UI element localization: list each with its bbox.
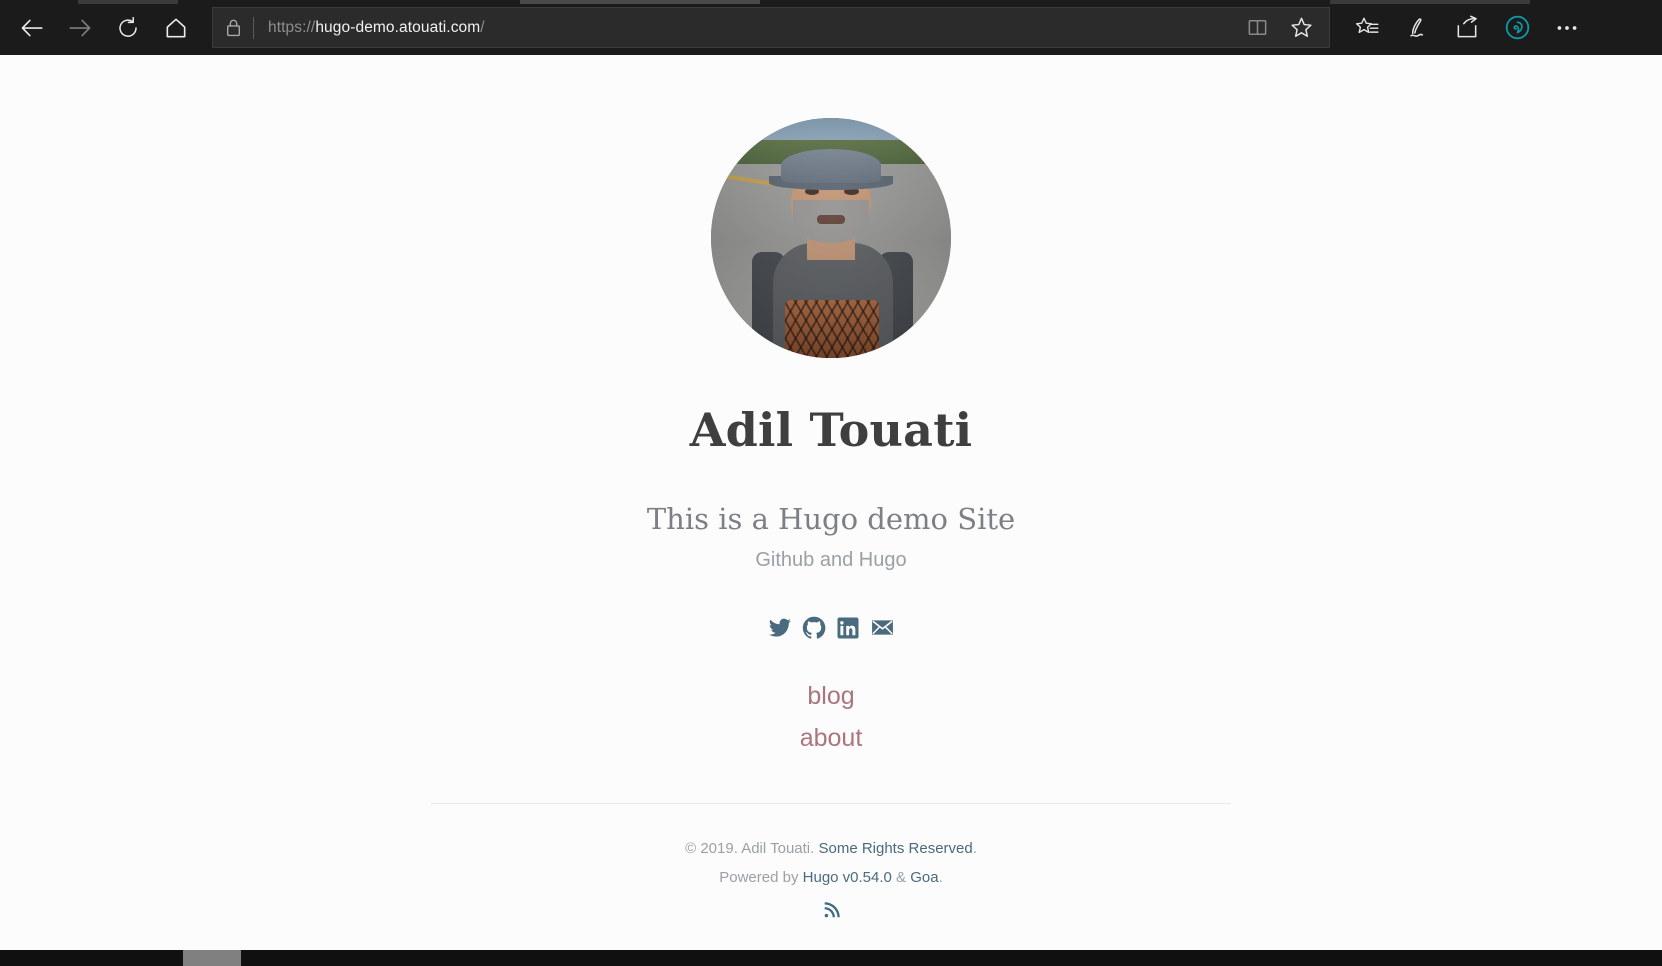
refresh-icon bbox=[119, 16, 137, 37]
copyright-text: © 2019. Adil Touati. bbox=[685, 840, 819, 857]
back-button[interactable] bbox=[8, 8, 56, 48]
arrow-right-icon bbox=[69, 19, 91, 36]
site-subtitle: This is a Hugo demo Site bbox=[646, 502, 1016, 536]
taskbar-active-segment[interactable] bbox=[183, 950, 241, 966]
add-favorite-button[interactable] bbox=[1279, 8, 1323, 48]
footer-copyright: © 2019. Adil Touati. Some Rights Reserve… bbox=[406, 835, 1256, 864]
lock-icon-glyph bbox=[226, 19, 240, 37]
copyright-period: . bbox=[972, 840, 977, 857]
hugo-link[interactable]: Hugo v0.54.0 bbox=[803, 869, 892, 886]
extension-button[interactable] bbox=[1492, 4, 1542, 52]
ellipsis-icon bbox=[1557, 25, 1577, 30]
powered-period: . bbox=[938, 868, 943, 886]
page-viewport: Adil Touati This is a Hugo demo Site Git… bbox=[0, 55, 1662, 950]
tab-sliver-1[interactable] bbox=[78, 0, 178, 4]
social-links bbox=[406, 615, 1256, 640]
settings-more-button[interactable] bbox=[1542, 4, 1592, 52]
teal-circle-icon bbox=[1505, 15, 1529, 40]
social-link-twitter[interactable] bbox=[768, 616, 792, 640]
footer: © 2019. Adil Touati. Some Rights Reserve… bbox=[406, 835, 1256, 930]
book-icon bbox=[1248, 20, 1266, 35]
social-link-email[interactable] bbox=[870, 615, 895, 640]
pen-icon bbox=[1410, 17, 1424, 37]
footer-powered-by: Powered by Hugo v0.54.0 & Goa. bbox=[406, 864, 1256, 893]
web-notes-button[interactable] bbox=[1392, 4, 1442, 52]
linkedin-icon bbox=[837, 617, 858, 638]
lock-icon[interactable] bbox=[213, 18, 253, 37]
rss-link[interactable] bbox=[823, 902, 840, 919]
address-bar[interactable]: https://hugo-demo.atouati.com/ bbox=[212, 7, 1330, 48]
nav-link-blog[interactable]: blog bbox=[406, 682, 1256, 711]
refresh-button[interactable] bbox=[104, 8, 152, 48]
twitter-icon bbox=[768, 618, 791, 637]
reading-view-button[interactable] bbox=[1235, 8, 1279, 48]
home-button[interactable] bbox=[152, 8, 200, 48]
home-icon bbox=[166, 18, 186, 37]
url-host: hugo-demo.atouati.com bbox=[315, 18, 481, 36]
url-scheme: https:// bbox=[268, 18, 316, 36]
taskbar bbox=[0, 950, 1662, 966]
rights-link[interactable]: Some Rights Reserved bbox=[818, 840, 972, 857]
browser-toolbar: https://hugo-demo.atouati.com/ bbox=[0, 0, 1662, 55]
site-container: Adil Touati This is a Hugo demo Site Git… bbox=[406, 55, 1256, 930]
main-nav: blog about bbox=[406, 682, 1256, 753]
favorites-hub-button[interactable] bbox=[1342, 4, 1392, 52]
tab-sliver-active[interactable] bbox=[520, 0, 760, 4]
nav-link-about[interactable]: about bbox=[406, 724, 1256, 753]
address-bar-actions bbox=[1235, 8, 1329, 48]
avatar bbox=[711, 118, 951, 358]
star-icon bbox=[1290, 17, 1312, 37]
arrow-left-icon bbox=[21, 19, 43, 36]
rss-icon bbox=[824, 902, 840, 918]
site-tagline: Github and Hugo bbox=[755, 549, 907, 571]
share-button[interactable] bbox=[1442, 4, 1492, 52]
url-text[interactable]: https://hugo-demo.atouati.com/ bbox=[254, 19, 1235, 37]
envelope-icon bbox=[871, 620, 893, 635]
star-list-icon bbox=[1355, 17, 1379, 33]
page-title: Adil Touati bbox=[689, 403, 973, 457]
social-link-linkedin[interactable] bbox=[836, 616, 860, 640]
url-path: / bbox=[480, 18, 485, 36]
share-icon bbox=[1457, 15, 1477, 37]
github-icon bbox=[802, 616, 825, 639]
social-link-github[interactable] bbox=[802, 616, 826, 640]
forward-button[interactable] bbox=[56, 8, 104, 48]
theme-link[interactable]: Goa bbox=[910, 869, 938, 886]
powered-separator: & bbox=[891, 868, 911, 886]
powered-by-text: Powered by bbox=[719, 868, 803, 886]
footer-divider bbox=[431, 803, 1231, 804]
toolbar-right-actions bbox=[1342, 0, 1592, 55]
